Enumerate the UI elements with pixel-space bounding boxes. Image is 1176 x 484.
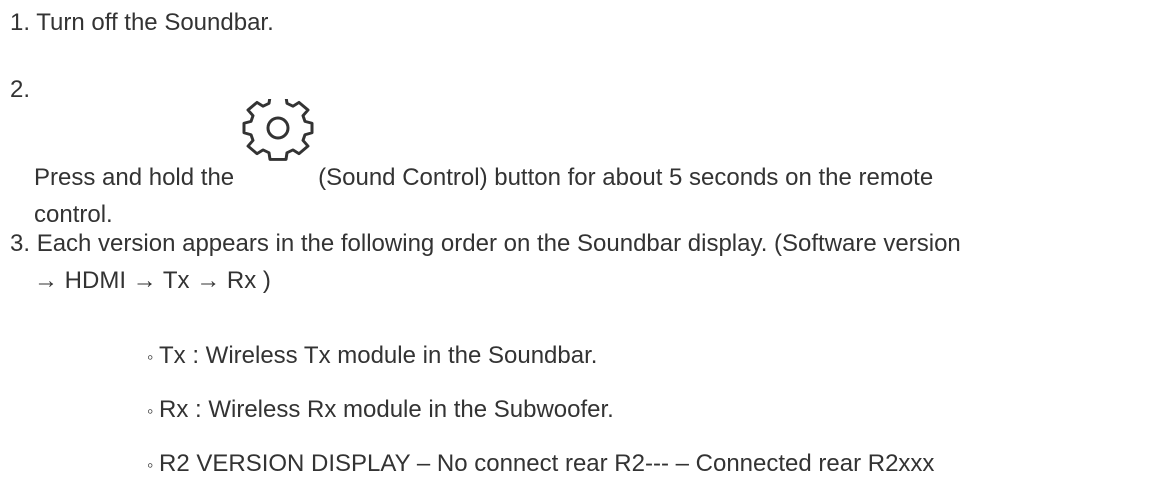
step-1: 1. Turn off the Soundbar. — [10, 4, 1172, 41]
step-2-text-after: (Sound Control) button for about 5 secon… — [318, 164, 934, 191]
step-2-body: Press and hold the (Sound Control) button… — [34, 99, 1172, 233]
list-item: ◦ Rx : Wireless Rx module in the Subwoofe… — [147, 391, 614, 430]
step-3-line2: → HDMI → Tx → Rx ) — [34, 267, 271, 294]
step-1-text: Turn off the Soundbar. — [36, 9, 274, 36]
subitem-text: R2 VERSION DISPLAY – No connect rear R2-… — [159, 450, 935, 477]
step-2-number: 2. — [10, 71, 1172, 108]
bullet-icon: ◦ — [147, 455, 154, 475]
bullet-icon: ◦ — [147, 401, 154, 421]
bullet-icon: ◦ — [147, 347, 154, 367]
step-3-text: Each version appears in the following or… — [36, 230, 961, 257]
step-2-text-line2: control. — [34, 201, 113, 228]
step-3: 3. Each version appears in the following… — [10, 225, 1176, 299]
step-3-number: 3. — [10, 230, 31, 257]
step-3-line1: 3. Each version appears in the following… — [10, 225, 1176, 262]
step-1-number: 1. — [10, 9, 31, 36]
list-item: ◦ Tx : Wireless Tx module in the Soundbar… — [147, 337, 597, 376]
step-2-number-label: 2. — [10, 76, 31, 103]
gear-icon — [242, 99, 314, 191]
step-2-text-before: Press and hold the — [34, 164, 235, 191]
subitem-text: Rx : Wireless Rx module in the Subwoofer… — [159, 396, 614, 423]
subitem-text: Tx : Wireless Tx module in the Soundbar. — [159, 342, 598, 369]
list-item: ◦ R2 VERSION DISPLAY – No connect rear R2… — [147, 445, 934, 484]
